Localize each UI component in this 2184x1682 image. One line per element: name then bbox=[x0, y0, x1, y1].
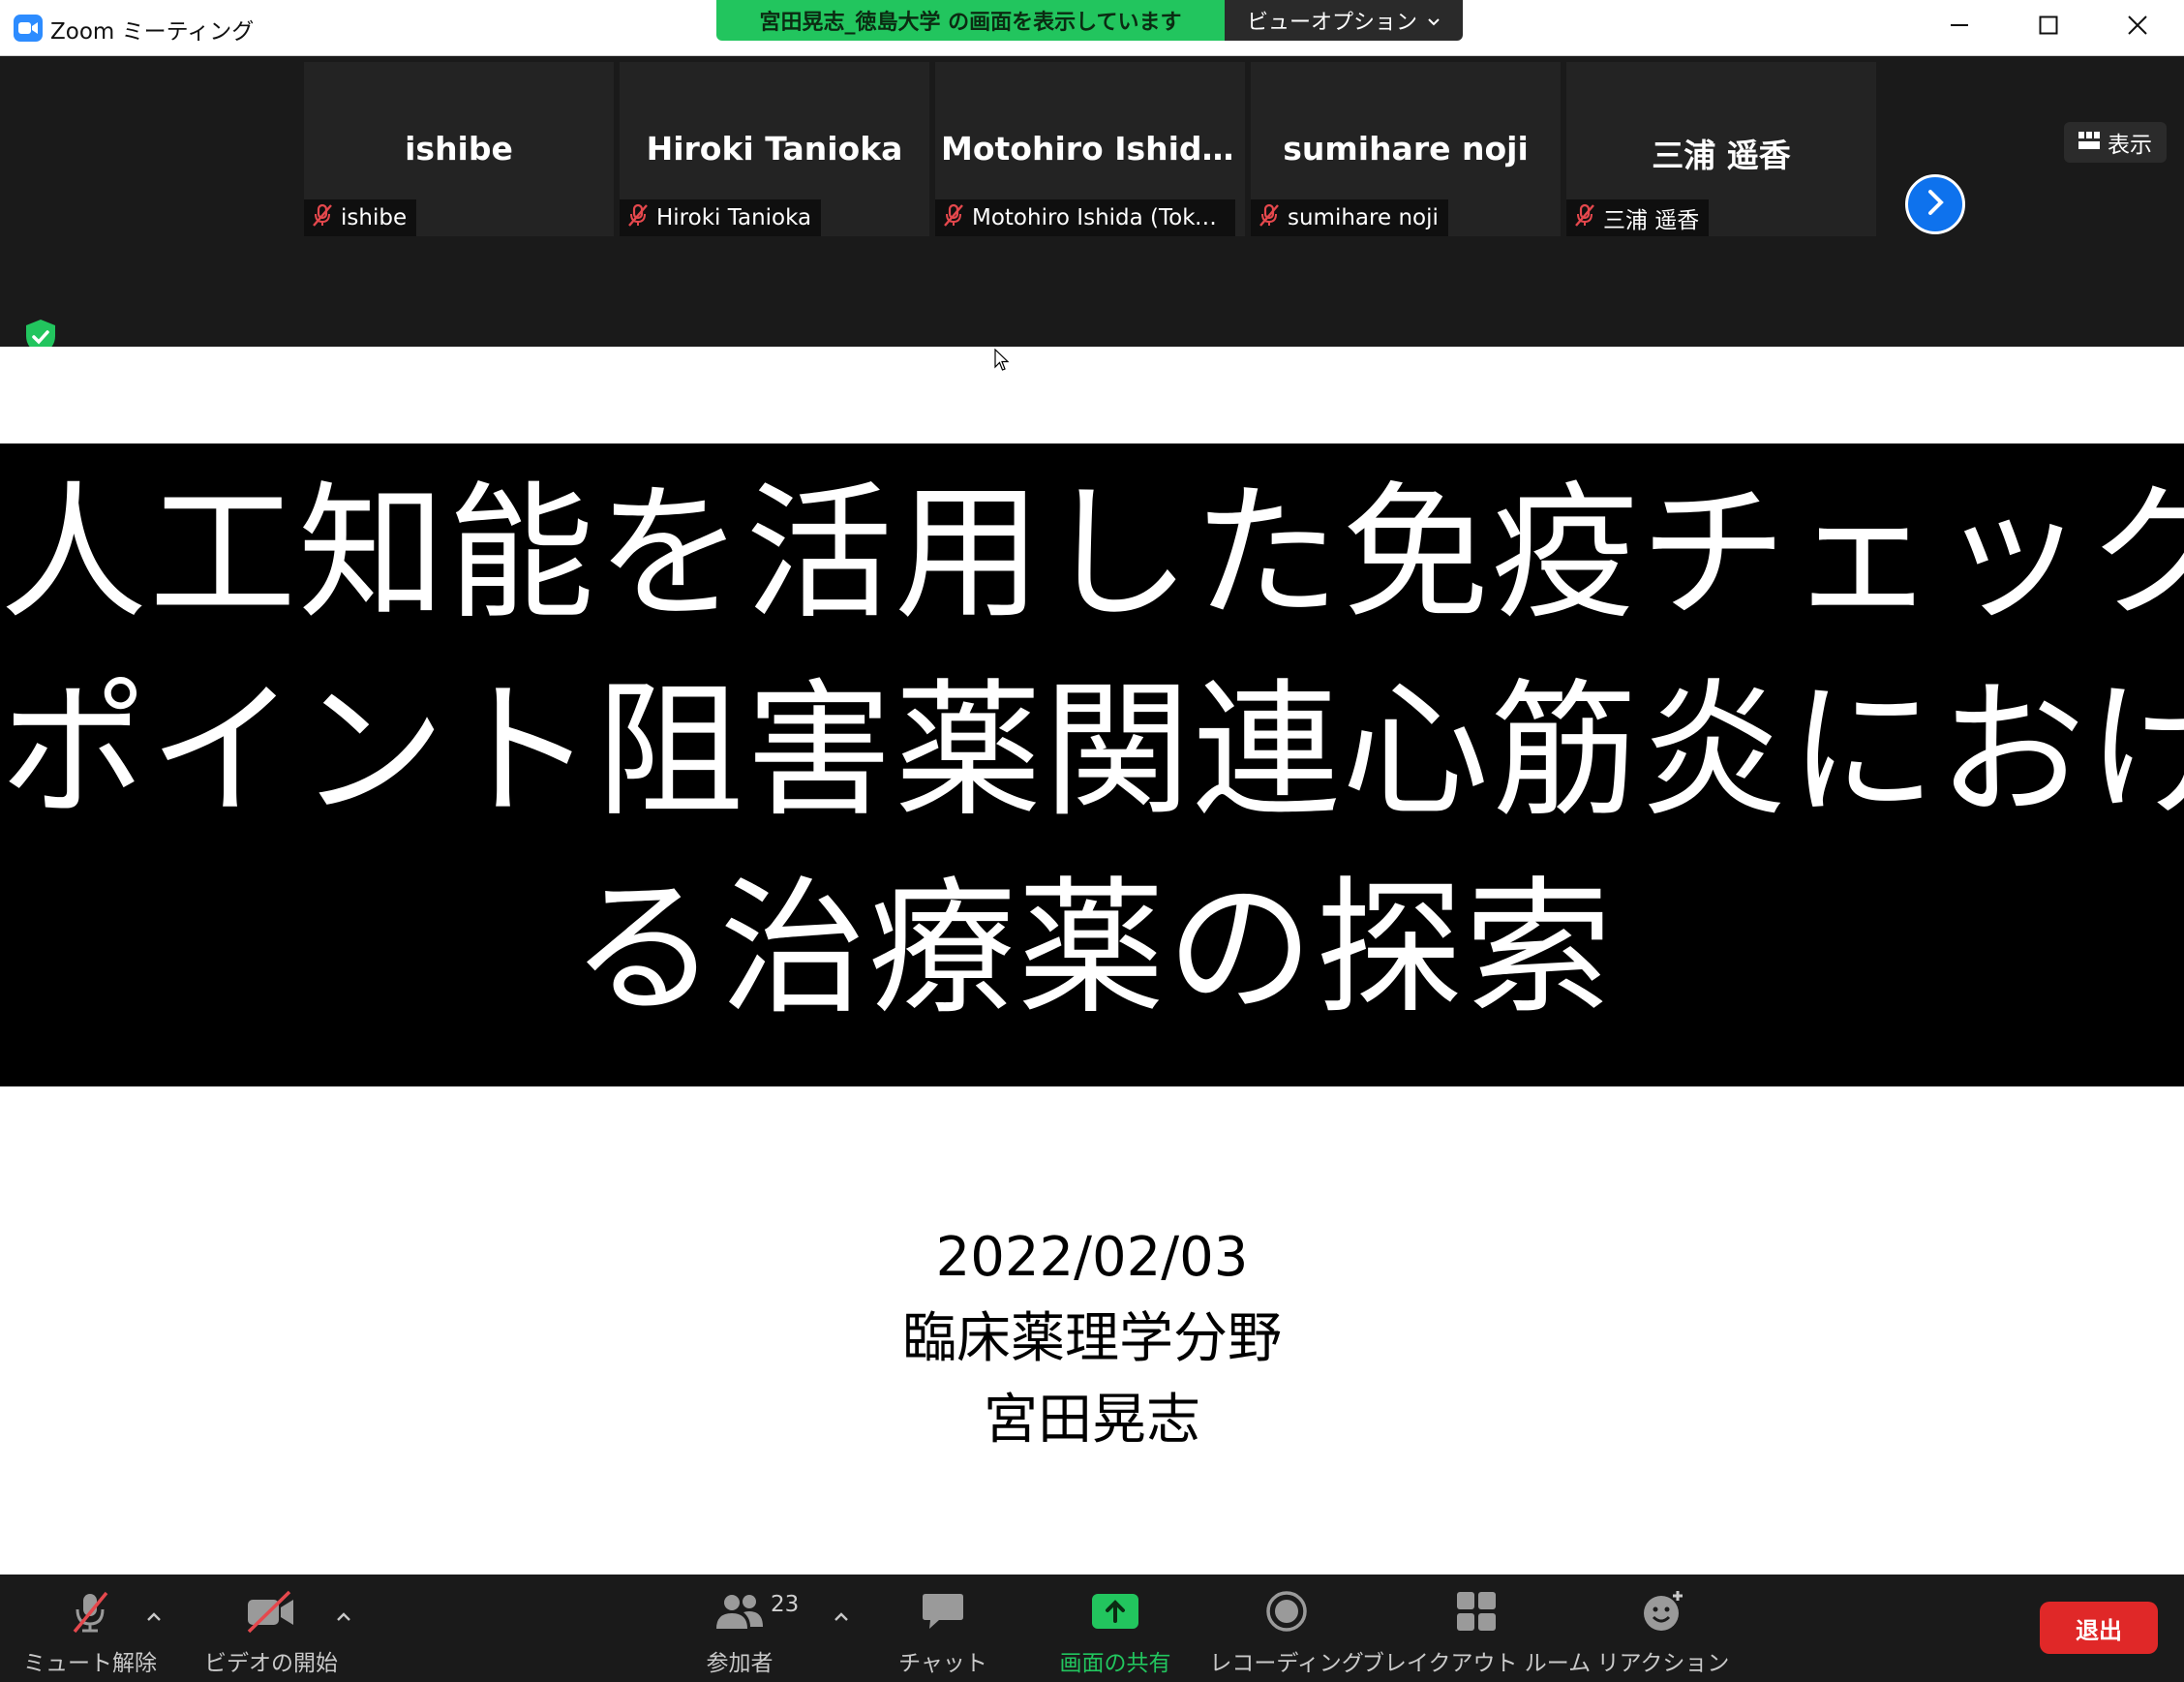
participants-label: 参加者 bbox=[706, 1651, 774, 1676]
record-icon bbox=[1265, 1588, 1308, 1635]
participant-label-text: Hiroki Tanioka bbox=[656, 205, 812, 230]
participant-display-name: Hiroki Tanioka bbox=[646, 130, 903, 168]
audio-options-caret[interactable] bbox=[141, 1604, 167, 1629]
chevron-down-icon bbox=[1427, 9, 1441, 33]
participant-label-text: 三浦 遥香 bbox=[1603, 208, 1700, 233]
caret-up-icon bbox=[834, 1607, 849, 1626]
mic-muted-icon bbox=[1257, 202, 1282, 233]
record-button[interactable]: レコーディング bbox=[1209, 1575, 1364, 1682]
participant-tile[interactable]: sumihare noji sumihare noji bbox=[1251, 62, 1561, 236]
view-toggle-label: 表示 bbox=[2108, 133, 2152, 158]
record-label: レコーディング bbox=[1209, 1651, 1364, 1676]
mic-muted-icon bbox=[625, 202, 651, 233]
participant-name-label: ishibe bbox=[304, 199, 417, 236]
minimize-icon bbox=[1950, 15, 1969, 39]
slide-date: 2022/02/03 bbox=[935, 1226, 1249, 1289]
window-title: Zoom ミーティング bbox=[50, 19, 255, 45]
participant-label-text: sumihare noji bbox=[1288, 205, 1439, 230]
participant-tile[interactable]: 三浦 遥香 三浦 遥香 bbox=[1566, 62, 1876, 236]
participants-button[interactable]: 参加者 bbox=[689, 1575, 790, 1682]
participant-display-name: ishibe bbox=[405, 130, 513, 168]
reactions-label: リアクション bbox=[1596, 1651, 1730, 1676]
mic-muted-icon bbox=[1572, 202, 1597, 233]
participant-label-text: ishibe bbox=[341, 205, 408, 230]
close-window-button[interactable] bbox=[2093, 0, 2182, 54]
slide-title-line: る治療薬の探索 bbox=[570, 863, 1614, 1034]
view-options-button[interactable]: ビューオプション bbox=[1225, 0, 1463, 41]
participant-display-name: Motohiro Ishida... bbox=[941, 130, 1245, 168]
participant-name-label: 三浦 遥香 bbox=[1566, 199, 1710, 236]
gallery-next-page-button[interactable] bbox=[1905, 174, 1965, 234]
reactions-icon bbox=[1641, 1588, 1685, 1635]
close-icon bbox=[2128, 15, 2147, 39]
mic-muted-icon bbox=[941, 202, 966, 233]
mic-muted-icon bbox=[310, 202, 335, 233]
chevron-right-icon bbox=[1925, 189, 1946, 220]
caret-up-icon bbox=[336, 1607, 351, 1626]
slide-title-band: 人工知能を活用した免疫チェック ポイント阻害薬関連心筋炎におけ る治療薬の探索 bbox=[0, 443, 2184, 1086]
view-options-label: ビューオプション bbox=[1246, 11, 1417, 35]
start-video-button[interactable]: ビデオの開始 bbox=[194, 1575, 349, 1682]
maximize-icon bbox=[2039, 15, 2058, 39]
participant-tile[interactable]: Motohiro Ishida... Motohiro Ishida (Toku… bbox=[935, 62, 1245, 236]
mic-muted-icon bbox=[68, 1588, 112, 1635]
participant-name-label: Hiroki Tanioka bbox=[620, 199, 822, 236]
slide-title-line: 人工知能を活用した免疫チェック bbox=[0, 468, 2184, 639]
shared-screen-slide: 人工知能を活用した免疫チェック ポイント阻害薬関連心筋炎におけ る治療薬の探索 … bbox=[0, 347, 2184, 1575]
participant-tile[interactable]: Hiroki Tanioka Hiroki Tanioka bbox=[620, 62, 929, 236]
participants-icon bbox=[714, 1588, 765, 1635]
participants-options-caret[interactable] bbox=[829, 1604, 854, 1629]
slide-department: 臨床薬理学分野 bbox=[902, 1307, 1282, 1370]
view-toggle-button[interactable]: 表示 bbox=[2064, 122, 2167, 163]
mouse-cursor-icon bbox=[994, 348, 1010, 376]
meeting-controls-toolbar: ミュート解除 ビデオの開始 参加者 23 チャット 画面の共有 レコーディング … bbox=[0, 1575, 2184, 1682]
participant-label-text: Motohiro Ishida (Tokus... bbox=[972, 205, 1226, 230]
share-screen-button[interactable]: 画面の共有 bbox=[1047, 1575, 1183, 1682]
participant-display-name: sumihare noji bbox=[1283, 130, 1529, 168]
slide-presenter: 宮田晃志 bbox=[984, 1389, 1200, 1452]
caret-up-icon bbox=[146, 1607, 162, 1626]
grid-icon bbox=[2078, 130, 2100, 155]
video-off-icon bbox=[245, 1588, 297, 1635]
title-bar: Zoom ミーティング 宮田晃志_徳島大学 の画面を表示しています ビューオプシ… bbox=[0, 0, 2184, 56]
breakout-rooms-label: ブレイクアウト ルーム bbox=[1361, 1651, 1592, 1676]
zoom-logo-icon bbox=[14, 15, 43, 42]
participant-count: 23 bbox=[771, 1592, 800, 1617]
share-screen-label: 画面の共有 bbox=[1059, 1651, 1171, 1676]
unmute-label: ミュート解除 bbox=[23, 1651, 157, 1676]
slide-title-line: ポイント阻害薬関連心筋炎におけ bbox=[0, 665, 2184, 837]
leave-meeting-button[interactable]: 退出 bbox=[2040, 1602, 2158, 1654]
participant-display-name: 三浦 遥香 bbox=[1652, 137, 1791, 174]
video-options-caret[interactable] bbox=[331, 1604, 356, 1629]
chat-button[interactable]: チャット bbox=[895, 1575, 991, 1682]
maximize-button[interactable] bbox=[2004, 0, 2093, 54]
participant-name-label: Motohiro Ishida (Tokus... bbox=[935, 199, 1235, 236]
breakout-rooms-icon bbox=[1455, 1588, 1498, 1635]
zoom-window: Zoom ミーティング 宮田晃志_徳島大学 の画面を表示しています ビューオプシ… bbox=[0, 0, 2184, 1682]
unmute-button[interactable]: ミュート解除 bbox=[19, 1575, 161, 1682]
share-screen-icon bbox=[1091, 1588, 1139, 1635]
start-video-label: ビデオの開始 bbox=[204, 1651, 338, 1676]
participant-tile[interactable]: ishibe ishibe bbox=[304, 62, 614, 236]
chat-icon bbox=[921, 1588, 965, 1635]
reactions-button[interactable]: リアクション bbox=[1597, 1575, 1729, 1682]
participant-name-label: sumihare noji bbox=[1251, 199, 1448, 236]
breakout-rooms-button[interactable]: ブレイクアウト ルーム bbox=[1362, 1575, 1591, 1682]
chat-label: チャット bbox=[898, 1651, 987, 1676]
minimize-button[interactable] bbox=[1915, 0, 2004, 54]
participant-gallery: ishibe ishibe Hiroki Tanioka Hiroki Tani… bbox=[0, 56, 2184, 354]
screen-share-banner: 宮田晃志_徳島大学 の画面を表示しています bbox=[716, 0, 1225, 41]
